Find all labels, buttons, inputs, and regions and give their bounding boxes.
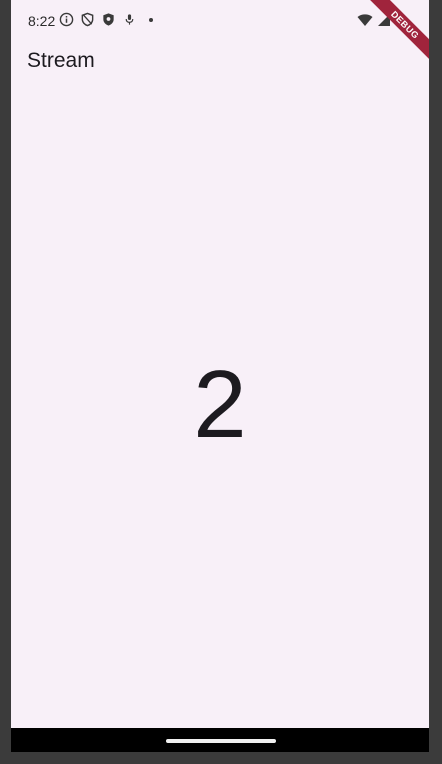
mic-icon <box>122 12 137 27</box>
app-screen: 8:22 Stream 2 DEBUG <box>11 0 429 728</box>
status-bar: 8:22 <box>11 0 429 40</box>
app-bar: Stream <box>11 40 429 84</box>
status-notification-icons <box>59 12 153 27</box>
stream-counter-value: 2 <box>193 351 247 458</box>
status-time: 8:22 <box>28 13 56 29</box>
device-frame: 8:22 Stream 2 DEBUG <box>0 0 442 764</box>
system-navigation-bar <box>11 728 429 752</box>
shield-filled-icon <box>101 12 116 27</box>
dot-icon <box>149 17 153 22</box>
shield-outline-icon <box>80 12 95 27</box>
info-icon <box>59 12 74 27</box>
debug-banner-label: DEBUG <box>369 0 429 60</box>
debug-banner: DEBUG <box>369 0 429 60</box>
page-title: Stream <box>27 49 95 72</box>
home-gesture-handle[interactable] <box>166 739 276 743</box>
